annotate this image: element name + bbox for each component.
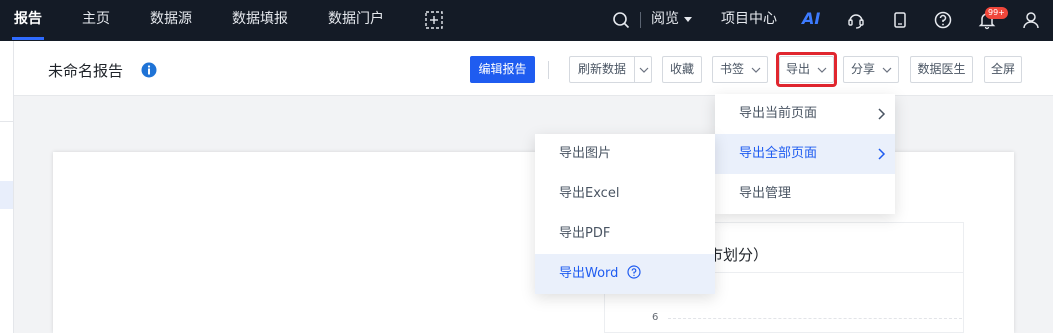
export-dropdown-menu: 导出当前页面 导出全部页面 导出管理 <box>715 94 895 214</box>
toolbar-divider <box>548 61 549 79</box>
search-icon[interactable] <box>611 10 631 30</box>
notification-badge: 99+ <box>985 7 1008 19</box>
top-navigation-bar: 报告 主页 数据源 数据填报 数据门户 阅览 项目中心 AI 99+ <box>0 0 1053 41</box>
sidebar-divider <box>0 121 13 122</box>
menu-item-export-management[interactable]: 导出管理 <box>715 174 895 214</box>
nav-tab-data-fill[interactable]: 数据填报 <box>232 0 288 41</box>
chart-title: 市划分） <box>708 246 769 264</box>
bookmark-label: 书签 <box>720 62 745 76</box>
project-center-link[interactable]: 项目中心 <box>721 0 777 41</box>
report-title: 未命名报告 <box>48 62 124 80</box>
menu-item-export-word[interactable]: 导出Word <box>535 254 715 294</box>
refresh-data-button[interactable]: 刷新数据 <box>569 56 652 83</box>
chart-gridline <box>668 318 962 319</box>
export-all-pages-submenu: 导出图片 导出Excel 导出PDF 导出Word <box>535 134 715 294</box>
chevron-right-icon <box>878 148 886 160</box>
share-button[interactable]: 分享 <box>843 56 899 83</box>
refresh-data-label: 刷新数据 <box>578 62 627 76</box>
menu-item-label: 导出Word <box>559 266 619 281</box>
menu-item-label: 导出当前页面 <box>739 106 818 121</box>
chevron-down-icon <box>751 67 761 73</box>
menu-item-export-current-page[interactable]: 导出当前页面 <box>715 94 895 134</box>
info-icon[interactable] <box>141 62 157 78</box>
help-icon[interactable] <box>933 10 953 30</box>
menu-item-export-pdf[interactable]: 导出PDF <box>535 214 715 254</box>
split-divider <box>634 57 635 82</box>
customer-service-icon[interactable] <box>846 10 866 30</box>
bookmark-button[interactable]: 书签 <box>712 56 768 83</box>
nav-tab-report[interactable]: 报告 <box>14 0 42 41</box>
menu-item-export-excel[interactable]: 导出Excel <box>535 174 715 214</box>
mobile-icon[interactable] <box>890 10 910 30</box>
left-sidebar-collapsed <box>0 41 14 333</box>
active-tab-indicator <box>12 37 44 40</box>
menu-item-export-image[interactable]: 导出图片 <box>535 134 715 174</box>
share-label: 分享 <box>851 62 876 76</box>
chevron-down-icon <box>882 67 892 73</box>
question-circle-icon[interactable] <box>626 265 641 279</box>
nav-divider <box>640 12 641 28</box>
add-app-icon[interactable] <box>424 10 444 30</box>
y-axis-tick-label: 6 <box>652 312 659 323</box>
sidebar-selected-item[interactable] <box>0 181 13 209</box>
data-doctor-button[interactable]: 数据医生 <box>910 56 973 83</box>
chevron-down-icon[interactable] <box>639 65 649 75</box>
nav-tab-home[interactable]: 主页 <box>82 0 110 41</box>
nav-tab-data-portal[interactable]: 数据门户 <box>328 0 384 41</box>
nav-tab-datasource[interactable]: 数据源 <box>150 0 192 41</box>
menu-item-label: 导出管理 <box>739 186 792 201</box>
browse-mode-label[interactable]: 阅览 <box>651 0 679 41</box>
fullscreen-button[interactable]: 全屏 <box>984 56 1022 83</box>
menu-item-export-all-pages[interactable]: 导出全部页面 <box>715 134 895 174</box>
menu-item-label: 导出全部页面 <box>739 146 818 161</box>
chevron-right-icon <box>878 108 886 120</box>
ai-assistant-button[interactable]: AI <box>802 0 820 41</box>
edit-report-button[interactable]: 编辑报告 <box>470 56 535 83</box>
caret-down-icon[interactable] <box>682 11 694 27</box>
favorite-button[interactable]: 收藏 <box>662 56 702 83</box>
user-avatar-icon[interactable] <box>1021 10 1041 30</box>
export-button-highlight <box>776 52 837 87</box>
